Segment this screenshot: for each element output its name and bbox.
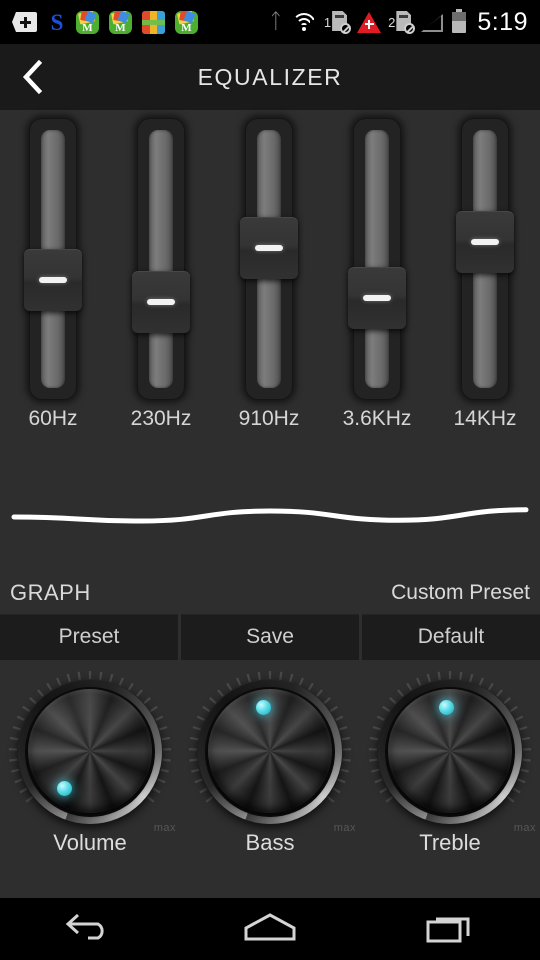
equalizer-action-buttons: Preset Save Default xyxy=(0,614,540,660)
eq-slider-thumb-indicator xyxy=(363,294,391,301)
eq-save-button[interactable]: Save xyxy=(181,614,359,660)
status-bar-notification-icons: S M M M xyxy=(0,9,268,35)
warning-icon xyxy=(357,11,382,33)
knob-label-volume: Volume xyxy=(53,830,127,855)
status-bar: S M M M ᛏ 1 2 5:19 xyxy=(0,0,540,44)
eq-slider-60hz[interactable] xyxy=(24,118,82,400)
app-badge-icon xyxy=(12,9,38,35)
nav-home-button[interactable] xyxy=(210,898,330,960)
eq-slider-track xyxy=(365,130,389,388)
eq-slider-3.6khz[interactable] xyxy=(348,118,406,400)
knob-bass[interactable]: max xyxy=(186,668,355,836)
eq-slider-thumb-indicator xyxy=(147,298,175,305)
gmail-icon: M xyxy=(109,9,135,35)
page-title: EQUALIZER xyxy=(197,63,343,90)
knob-cell-bass: max Bass xyxy=(180,662,360,855)
android-navigation-bar xyxy=(0,898,540,960)
eq-frequency-label-4: 14KHz xyxy=(453,407,517,430)
gmail-icon: M xyxy=(175,9,201,35)
eq-slider-thumb[interactable] xyxy=(456,210,514,273)
eq-preset-button[interactable]: Preset xyxy=(0,614,178,660)
equalizer-frequency-labels: 60Hz 230Hz 910Hz 3.6KHz 14KHz xyxy=(0,407,540,441)
knob-volume[interactable]: max xyxy=(6,668,175,836)
knob-cell-treble: max Treble xyxy=(360,662,540,855)
eq-slider-thumb[interactable] xyxy=(24,249,82,312)
eq-slider-thumb-indicator xyxy=(255,245,283,252)
back-icon xyxy=(64,910,116,949)
knob-cell-volume: max Volume xyxy=(0,662,180,855)
knob-label-treble: Treble xyxy=(419,830,481,855)
eq-slider-track xyxy=(149,130,173,388)
sim1-label: 1 xyxy=(323,14,332,30)
sim1-disabled-icon: 1 xyxy=(323,11,352,34)
eq-slider-thumb[interactable] xyxy=(132,270,190,333)
equalizer-response-curve xyxy=(0,465,540,555)
knob-indicator-dot xyxy=(56,781,72,797)
equalizer-screen: 60Hz 230Hz 910Hz 3.6KHz 14KHz GRAPH Custom P… xyxy=(0,110,540,898)
eq-slider-910hz[interactable] xyxy=(240,118,298,400)
eq-slider-thumb[interactable] xyxy=(348,266,406,329)
sim2-disabled-icon: 2 xyxy=(388,11,416,34)
status-bar-clock: 5:19 xyxy=(477,7,528,36)
eq-slider-14khz[interactable] xyxy=(456,118,514,400)
equalizer-band-sliders xyxy=(0,118,540,406)
eq-default-button[interactable]: Default xyxy=(362,614,540,660)
home-icon xyxy=(242,910,298,949)
nav-recents-button[interactable] xyxy=(390,898,510,960)
knob-treble[interactable]: max xyxy=(366,668,535,836)
sim2-label: 2 xyxy=(388,14,396,30)
eq-slider-thumb-indicator xyxy=(39,277,67,284)
status-bar-system-icons: ᛏ 1 2 5:19 xyxy=(268,8,540,37)
eq-frequency-label-2: 910Hz xyxy=(238,407,300,430)
knob-label-bass: Bass xyxy=(245,830,295,855)
gmail-icon: M xyxy=(76,9,102,35)
eq-slider-thumb[interactable] xyxy=(240,217,298,280)
graph-info-row: GRAPH Custom Preset xyxy=(0,572,540,614)
eq-slider-thumb-indicator xyxy=(471,238,499,245)
battery-icon xyxy=(452,8,467,33)
eq-frequency-label-3: 3.6KHz xyxy=(342,407,412,430)
nav-back-button[interactable] xyxy=(30,898,150,960)
bluetooth-icon: ᛏ xyxy=(269,10,283,33)
tone-knobs: max Volume max Bass max Treble xyxy=(0,662,540,855)
s-app-icon: S xyxy=(50,9,64,35)
knob-cap xyxy=(28,689,152,813)
wifi-icon xyxy=(291,12,317,32)
eq-slider-230hz[interactable] xyxy=(132,118,190,400)
signal-icon xyxy=(421,12,445,32)
rar-archive-icon xyxy=(142,9,168,35)
app-title-bar: EQUALIZER xyxy=(0,44,540,110)
knob-indicator-dot xyxy=(438,699,454,715)
eq-frequency-label-1: 230Hz xyxy=(130,407,192,430)
recents-icon xyxy=(425,910,475,949)
eq-frequency-label-0: 60Hz xyxy=(28,407,78,430)
current-preset-label: Custom Preset xyxy=(391,581,530,604)
graph-label: GRAPH xyxy=(10,580,91,605)
